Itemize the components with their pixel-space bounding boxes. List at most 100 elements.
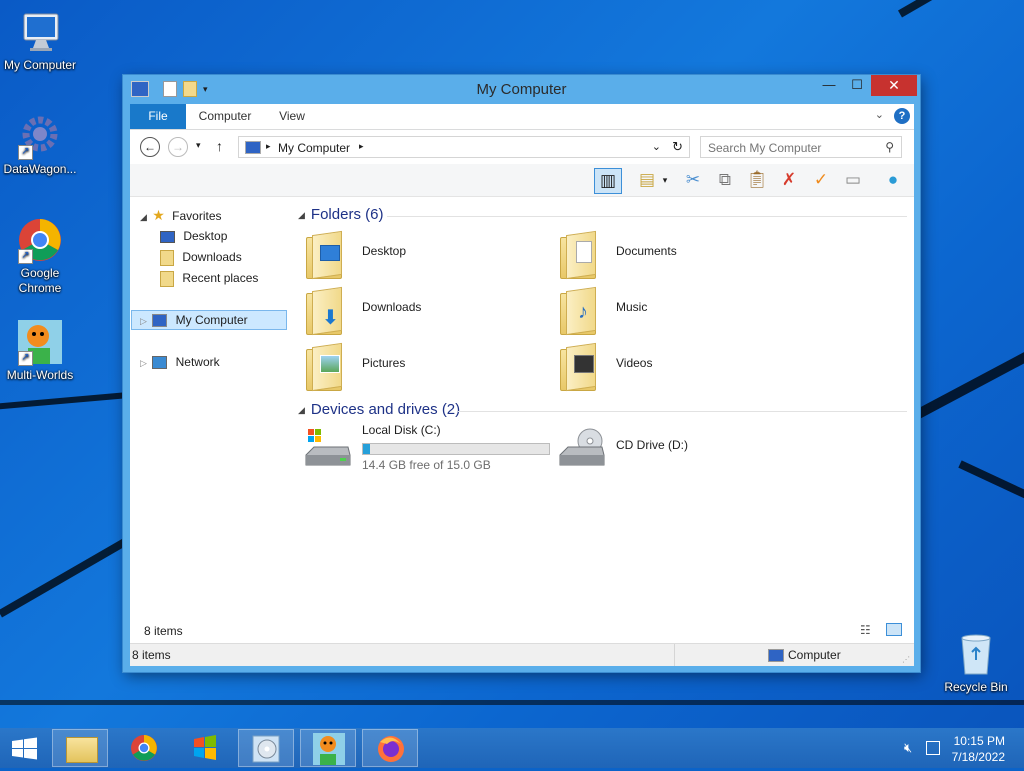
large-icons-view-icon[interactable]: [886, 623, 902, 636]
desktop-icon-label: Recycle Bin: [944, 680, 1008, 694]
folder-tile-pictures[interactable]: Pictures: [304, 341, 554, 393]
desktop-icon-label: Multi-Worlds: [6, 368, 74, 382]
chevron-right-icon[interactable]: ▸: [359, 141, 364, 152]
globe-icon[interactable]: ●: [880, 168, 906, 192]
music-folder-icon: ♪: [558, 286, 604, 336]
drive-tile-local-disk[interactable]: Local Disk (C:) 14.4 GB free of 15.0 GB: [304, 423, 554, 475]
status-divider: [674, 644, 675, 666]
smiley-icon: ↗: [16, 318, 64, 366]
desktop-folder-icon: [304, 230, 350, 280]
status-bar: 8 items Computer ⋰: [130, 643, 914, 666]
chrome-icon: [131, 735, 157, 761]
maximize-button[interactable]: ☐: [843, 75, 871, 96]
cut-icon[interactable]: ✂: [680, 168, 706, 192]
recent-locations-chevron-icon[interactable]: ▾: [196, 140, 201, 151]
up-arrow-icon[interactable]: ↑: [216, 138, 223, 154]
folder-tile-documents[interactable]: Documents: [558, 229, 808, 281]
details-view-icon[interactable]: ☷: [860, 623, 871, 637]
tab-file[interactable]: File: [130, 104, 186, 129]
nav-label: Recent places: [182, 271, 259, 285]
expand-triangle-icon[interactable]: ◢: [140, 212, 147, 222]
collapse-triangle-icon[interactable]: ◢: [298, 405, 305, 415]
desktop-icon-label: My Computer: [3, 58, 77, 72]
folder-tile-videos[interactable]: Videos: [558, 341, 808, 393]
clock[interactable]: 10:15 PM 7/18/2022: [952, 733, 1005, 765]
smiley-icon: [313, 733, 345, 765]
copy-icon[interactable]: ⧉: [712, 168, 738, 192]
desktop-icon-datawagon[interactable]: ↗ DataWagon...: [0, 112, 80, 177]
nav-item-network[interactable]: ▷ Network: [140, 352, 220, 372]
taskbar-media-app[interactable]: [238, 729, 294, 767]
desktop-icon-multi-worlds[interactable]: ↗ Multi-Worlds: [0, 318, 80, 383]
preview-pane-icon[interactable]: ▥: [594, 168, 622, 194]
nav-item-my-computer[interactable]: ▷ My Computer: [131, 310, 287, 330]
group-divider: [458, 411, 907, 412]
media-disc-icon: [252, 735, 280, 763]
checkmark-icon[interactable]: ✓: [808, 168, 834, 192]
computer-icon: [152, 314, 168, 328]
group-title: Devices and drives (2): [310, 401, 461, 418]
nav-item-desktop[interactable]: Desktop: [160, 226, 227, 246]
content-pane: ◢ Folders (6) Desktop Documents ⬇ Downloa…: [290, 197, 914, 643]
hard-drive-icon: [304, 425, 351, 471]
search-box[interactable]: ⚲: [700, 136, 902, 158]
desktop-icon-recycle-bin[interactable]: Recycle Bin: [936, 630, 1016, 695]
group-devices-header[interactable]: ◢ Devices and drives (2): [298, 401, 460, 418]
drive-tile-cd-drive[interactable]: CD Drive (D:): [558, 423, 808, 475]
collapse-triangle-icon[interactable]: ◢: [298, 210, 305, 220]
gear-icon: ↗: [16, 112, 64, 160]
refresh-icon[interactable]: ↻: [672, 139, 683, 155]
forward-button[interactable]: →: [168, 137, 188, 157]
folder-label: Downloads: [362, 300, 422, 314]
chevron-down-icon[interactable]: ▾: [658, 168, 672, 192]
close-button[interactable]: ✕: [871, 75, 917, 96]
taskbar-file-explorer[interactable]: [52, 729, 108, 767]
address-bar[interactable]: ▸ My Computer ▸ ⌄ ↻: [238, 136, 690, 158]
help-icon[interactable]: ?: [894, 108, 910, 124]
tab-computer[interactable]: Computer: [192, 104, 258, 129]
system-tray: 🔇︎ 10:15 PM 7/18/2022: [884, 728, 1024, 768]
delete-icon[interactable]: ✗: [776, 168, 802, 192]
nav-label: Downloads: [182, 250, 242, 264]
back-button[interactable]: ←: [140, 137, 160, 157]
taskbar-chrome[interactable]: [116, 729, 172, 767]
taskbar-multi-worlds[interactable]: [300, 729, 356, 767]
explorer-window[interactable]: ▾ My Computer — ☐ ✕ File Computer View ⌄…: [123, 75, 920, 672]
folder-tile-downloads[interactable]: ⬇ Downloads: [304, 285, 554, 337]
recycle-bin-icon: [952, 630, 1000, 678]
network-status-icon[interactable]: [926, 741, 940, 755]
drive-label: Local Disk (C:): [362, 423, 441, 437]
folder-label: Documents: [616, 244, 677, 258]
taskbar-firefox[interactable]: [362, 729, 418, 767]
chevron-down-icon[interactable]: ⌄: [875, 108, 884, 121]
folder-options-icon[interactable]: ▤: [634, 168, 660, 192]
group-folders-header[interactable]: ◢ Folders (6): [298, 206, 383, 223]
nav-item-downloads[interactable]: Downloads: [160, 247, 242, 267]
taskbar-windows-update[interactable]: [178, 729, 234, 767]
desktop-icon-label: Google Chrome: [18, 266, 62, 295]
search-icon[interactable]: ⚲: [885, 140, 894, 154]
minimize-button[interactable]: —: [815, 75, 843, 96]
title-bar[interactable]: ▾ My Computer — ☐ ✕: [123, 75, 920, 103]
desktop-icon-my-computer[interactable]: My Computer: [0, 8, 80, 73]
rename-icon[interactable]: ▭: [840, 168, 866, 192]
desktop-icon: [160, 230, 175, 243]
folder-tile-desktop[interactable]: Desktop: [304, 229, 554, 281]
start-button[interactable]: [2, 729, 48, 767]
expand-triangle-icon[interactable]: ▷: [140, 316, 147, 326]
status-zone: Computer: [788, 648, 841, 662]
paste-icon[interactable]: 📋︎: [744, 168, 770, 192]
address-dropdown-icon[interactable]: ⌄: [652, 140, 661, 153]
desktop-icon-google-chrome[interactable]: ↗ Google Chrome: [0, 216, 80, 296]
nav-favorites[interactable]: ◢ ★ Favorites: [140, 205, 222, 225]
expand-triangle-icon[interactable]: ▷: [140, 358, 147, 368]
volume-muted-icon[interactable]: 🔇︎: [904, 740, 912, 756]
nav-item-recent-places[interactable]: Recent places: [160, 268, 258, 288]
resize-grip-icon[interactable]: ⋰: [902, 655, 910, 664]
breadcrumb-my-computer[interactable]: My Computer: [278, 141, 350, 155]
chevron-right-icon[interactable]: ▸: [266, 141, 271, 152]
folder-tile-music[interactable]: ♪ Music: [558, 285, 808, 337]
search-input[interactable]: [708, 141, 878, 155]
shortcut-arrow-icon: ↗: [18, 351, 33, 366]
tab-view[interactable]: View: [268, 104, 316, 129]
